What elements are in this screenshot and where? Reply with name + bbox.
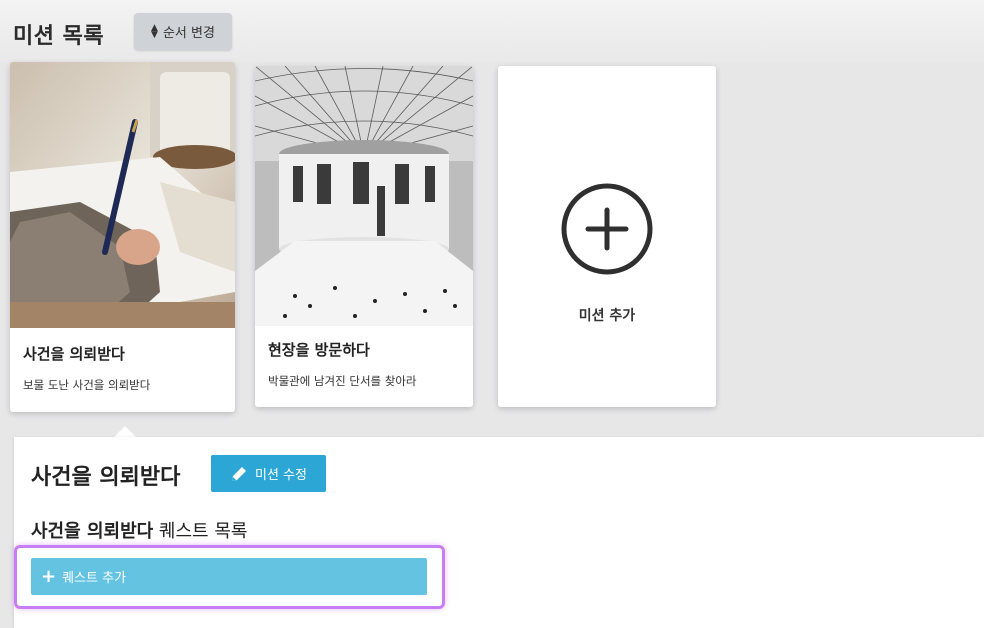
mission-image-writing xyxy=(10,62,235,328)
add-quest-button[interactable]: + 퀘스트 추가 xyxy=(31,558,427,595)
quest-list-heading: 사건을 의뢰받다 퀘스트 목록 xyxy=(31,517,247,543)
add-quest-label: 퀘스트 추가 xyxy=(62,571,127,586)
mission-description: 보물 도난 사건을 의뢰받다 xyxy=(23,378,151,392)
quest-list-suffix: 퀘스트 목록 xyxy=(158,521,248,542)
add-circle-icon xyxy=(561,183,653,275)
quest-list-mission-name: 사건을 의뢰받다 xyxy=(31,521,154,542)
reorder-button[interactable]: ▲ ▼ 순서 변경 xyxy=(134,13,232,50)
mission-card-1[interactable]: 사건을 의뢰받다 보물 도난 사건을 의뢰받다 xyxy=(10,62,235,412)
mission-title: 현장을 방문하다 xyxy=(268,341,370,359)
mission-title: 사건을 의뢰받다 xyxy=(23,345,125,363)
edit-mission-button[interactable]: 미션 수정 xyxy=(211,455,326,492)
mission-card-2[interactable]: 현장을 방문하다 박물관에 남겨진 단서를 찾아라 xyxy=(255,66,473,407)
mission-detail-title: 사건을 의뢰받다 xyxy=(31,465,181,490)
add-mission-label: 미션 추가 xyxy=(578,308,636,324)
add-mission-card[interactable]: 미션 추가 xyxy=(498,66,716,407)
edit-mission-label: 미션 수정 xyxy=(255,468,307,483)
sort-arrows-icon: ▲ ▼ xyxy=(151,22,158,40)
mission-image-museum xyxy=(255,66,473,326)
page-title: 미션 목록 xyxy=(13,24,105,49)
pencil-icon xyxy=(232,466,246,481)
reorder-button-label: 순서 변경 xyxy=(162,26,215,41)
mission-description: 박물관에 남겨진 단서를 찾아라 xyxy=(268,374,417,388)
plus-icon: + xyxy=(41,565,57,587)
